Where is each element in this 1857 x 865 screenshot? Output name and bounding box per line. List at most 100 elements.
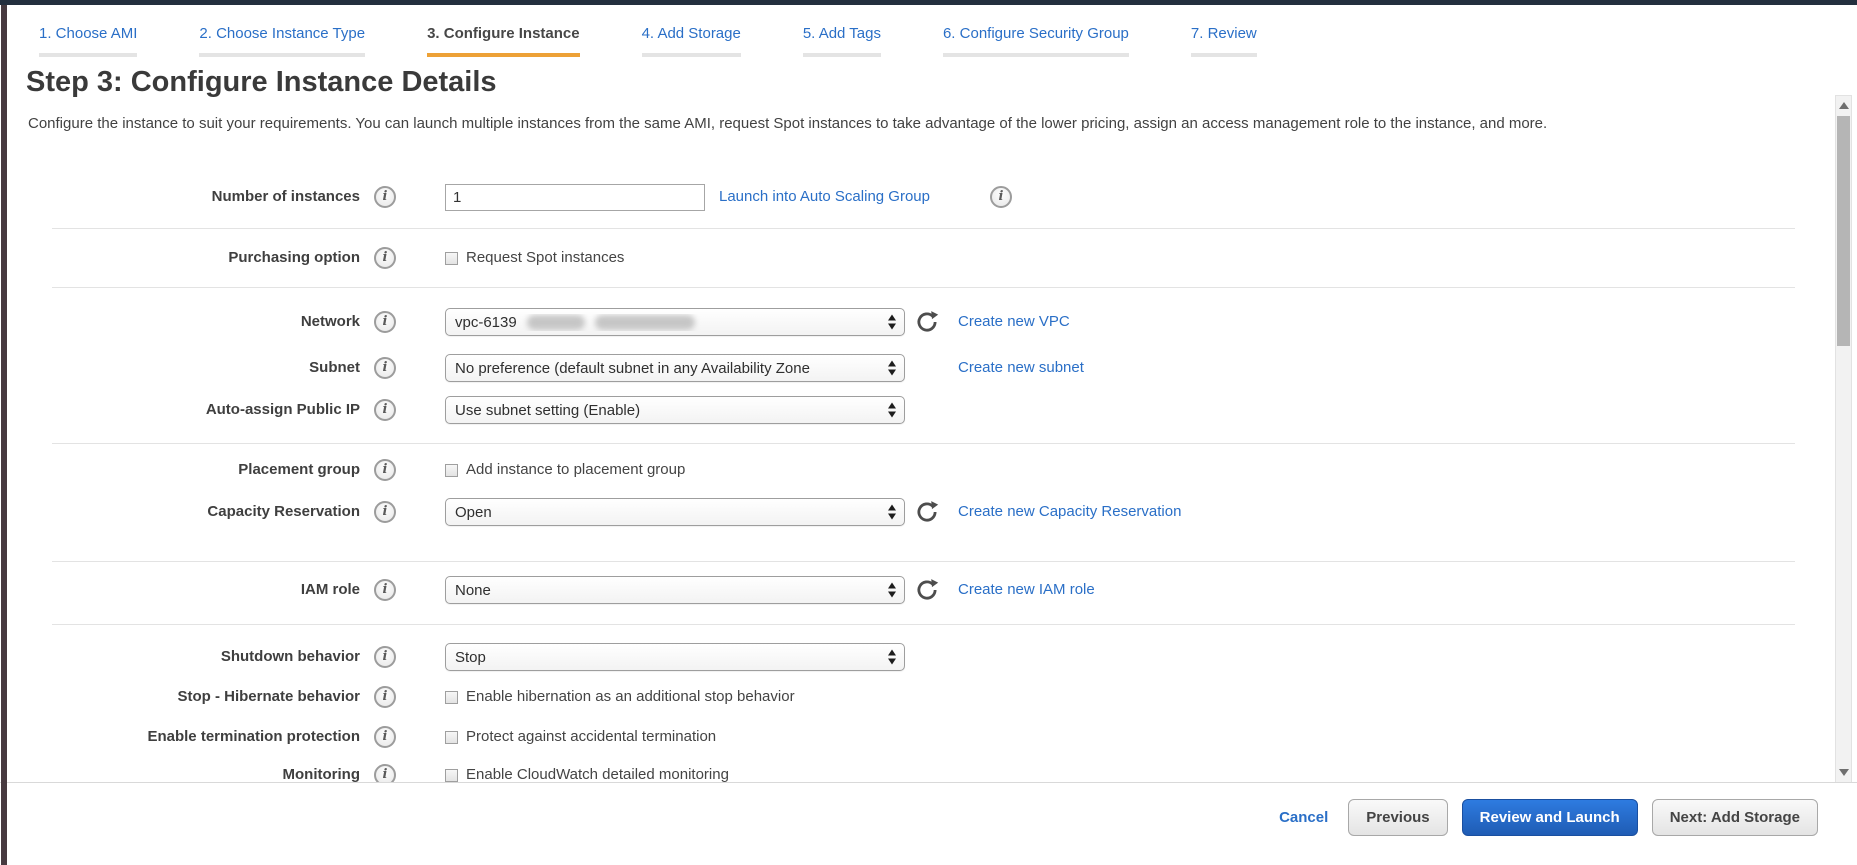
tab-label: 5. Add Tags bbox=[803, 24, 881, 44]
row-label: IAM role bbox=[30, 576, 360, 604]
row-separator bbox=[52, 228, 1795, 229]
row-label: Subnet bbox=[30, 354, 360, 382]
number-of-instances-input[interactable] bbox=[445, 184, 705, 211]
info-icon[interactable]: i bbox=[374, 357, 396, 379]
tab-label: 3. Configure Instance bbox=[427, 24, 580, 44]
tab-add-storage[interactable]: 4. Add Storage bbox=[632, 24, 751, 57]
select-value: Stop bbox=[455, 649, 878, 666]
tab-review[interactable]: 7. Review bbox=[1181, 24, 1267, 57]
info-icon[interactable]: i bbox=[990, 186, 1012, 208]
info-icon[interactable]: i bbox=[374, 764, 396, 783]
info-icon[interactable]: i bbox=[374, 726, 396, 748]
scrollbar-up-arrow-icon[interactable] bbox=[1839, 102, 1849, 109]
launch-instance-wizard: 1. Choose AMI 2. Choose Instance Type 3.… bbox=[0, 0, 1857, 865]
select-value: vpc-6139 bbox=[455, 314, 878, 331]
tab-label: 7. Review bbox=[1191, 24, 1257, 44]
info-icon[interactable]: i bbox=[374, 686, 396, 708]
review-and-launch-button[interactable]: Review and Launch bbox=[1462, 799, 1638, 836]
row-control: Add instance to placement group bbox=[445, 456, 685, 484]
create-new-capacity-reservation-link[interactable]: Create new Capacity Reservation bbox=[958, 498, 1181, 526]
info-icon[interactable]: i bbox=[374, 579, 396, 601]
tab-choose-ami[interactable]: 1. Choose AMI bbox=[29, 24, 147, 57]
refresh-icon[interactable] bbox=[914, 499, 940, 525]
form-row-enable-termination-protection: Enable termination protection i Protect … bbox=[0, 723, 1830, 751]
form-row-number-of-instances: Number of instances i Launch into Auto S… bbox=[0, 183, 1830, 211]
checkbox-label: Protect against accidental termination bbox=[466, 723, 716, 751]
tab-add-tags[interactable]: 5. Add Tags bbox=[793, 24, 891, 57]
form-row-placement-group: Placement group i Add instance to placem… bbox=[0, 456, 1830, 484]
network-select[interactable]: vpc-6139 bbox=[445, 308, 905, 336]
info-icon[interactable]: i bbox=[374, 186, 396, 208]
previous-button[interactable]: Previous bbox=[1348, 799, 1447, 836]
form-row-shutdown-behavior: Shutdown behavior i Stop bbox=[0, 643, 1830, 671]
row-label: Enable termination protection bbox=[30, 723, 360, 751]
enable-hibernation-checkbox[interactable] bbox=[445, 691, 458, 704]
checkbox-label: Request Spot instances bbox=[466, 244, 624, 272]
tab-underline bbox=[803, 53, 881, 57]
tab-label: 4. Add Storage bbox=[642, 24, 741, 44]
request-spot-instances-checkbox[interactable] bbox=[445, 252, 458, 265]
refresh-icon[interactable] bbox=[914, 577, 940, 603]
select-stepper-icon bbox=[888, 361, 896, 376]
info-icon[interactable]: i bbox=[374, 399, 396, 421]
tab-label: 2. Choose Instance Type bbox=[199, 24, 365, 44]
select-value: Use subnet setting (Enable) bbox=[455, 402, 878, 419]
add-instance-to-placement-group-checkbox[interactable] bbox=[445, 464, 458, 477]
select-stepper-icon bbox=[888, 315, 896, 330]
subnet-select[interactable]: No preference (default subnet in any Ava… bbox=[445, 354, 905, 382]
row-label: Auto-assign Public IP bbox=[30, 396, 360, 424]
vertical-scrollbar[interactable] bbox=[1835, 95, 1852, 783]
row-separator bbox=[52, 561, 1795, 562]
create-new-iam-role-link[interactable]: Create new IAM role bbox=[958, 576, 1095, 604]
protect-against-accidental-termination-checkbox[interactable] bbox=[445, 731, 458, 744]
tab-underline bbox=[642, 53, 741, 57]
redacted-text bbox=[595, 315, 695, 330]
scrollbar-thumb[interactable] bbox=[1837, 116, 1850, 346]
row-label: Capacity Reservation bbox=[30, 498, 360, 526]
redacted-text bbox=[527, 315, 585, 330]
row-control bbox=[445, 183, 705, 211]
row-control: No preference (default subnet in any Ava… bbox=[445, 354, 905, 382]
info-icon[interactable]: i bbox=[374, 646, 396, 668]
form-row-auto-assign-public-ip: Auto-assign Public IP i Use subnet setti… bbox=[0, 396, 1830, 424]
tab-underline bbox=[39, 53, 137, 57]
auto-assign-public-ip-select[interactable]: Use subnet setting (Enable) bbox=[445, 396, 905, 424]
row-label: Purchasing option bbox=[30, 244, 360, 272]
iam-role-select[interactable]: None bbox=[445, 576, 905, 604]
form-row-capacity-reservation: Capacity Reservation i Open Create new C… bbox=[0, 498, 1830, 526]
select-value: None bbox=[455, 582, 878, 599]
tab-configure-instance[interactable]: 3. Configure Instance bbox=[417, 24, 590, 57]
row-control: Stop bbox=[445, 643, 905, 671]
row-label: Stop - Hibernate behavior bbox=[30, 683, 360, 711]
scrollbar-down-arrow-icon[interactable] bbox=[1839, 769, 1849, 776]
info-icon[interactable]: i bbox=[374, 459, 396, 481]
info-icon[interactable]: i bbox=[374, 501, 396, 523]
refresh-icon[interactable] bbox=[914, 309, 940, 335]
tab-choose-instance-type[interactable]: 2. Choose Instance Type bbox=[189, 24, 375, 57]
row-control: Enable hibernation as an additional stop… bbox=[445, 683, 795, 711]
enable-cloudwatch-detailed-monitoring-checkbox[interactable] bbox=[445, 769, 458, 782]
shutdown-behavior-select[interactable]: Stop bbox=[445, 643, 905, 671]
cancel-link[interactable]: Cancel bbox=[1279, 809, 1328, 826]
info-icon[interactable]: i bbox=[374, 311, 396, 333]
checkbox-label: Add instance to placement group bbox=[466, 456, 685, 484]
launch-into-auto-scaling-group-link[interactable]: Launch into Auto Scaling Group bbox=[719, 183, 930, 211]
next-add-storage-button[interactable]: Next: Add Storage bbox=[1652, 799, 1818, 836]
capacity-reservation-select[interactable]: Open bbox=[445, 498, 905, 526]
create-new-subnet-link[interactable]: Create new subnet bbox=[958, 354, 1084, 382]
wizard-footer: Cancel Previous Review and Launch Next: … bbox=[0, 784, 1857, 865]
create-new-vpc-link[interactable]: Create new VPC bbox=[958, 308, 1070, 336]
select-value: No preference (default subnet in any Ava… bbox=[455, 360, 878, 377]
top-navy-bar bbox=[0, 0, 1857, 5]
select-stepper-icon bbox=[888, 505, 896, 520]
select-stepper-icon bbox=[888, 650, 896, 665]
left-edge-strip bbox=[1, 5, 7, 865]
page-title: Step 3: Configure Instance Details bbox=[26, 66, 497, 99]
form-row-stop-hibernate-behavior: Stop - Hibernate behavior i Enable hiber… bbox=[0, 683, 1830, 711]
select-stepper-icon bbox=[888, 403, 896, 418]
tab-configure-security-group[interactable]: 6. Configure Security Group bbox=[933, 24, 1139, 57]
info-icon[interactable]: i bbox=[374, 247, 396, 269]
row-control: None bbox=[445, 576, 905, 604]
form-row-subnet: Subnet i No preference (default subnet i… bbox=[0, 354, 1830, 382]
tab-label: 1. Choose AMI bbox=[39, 24, 137, 44]
